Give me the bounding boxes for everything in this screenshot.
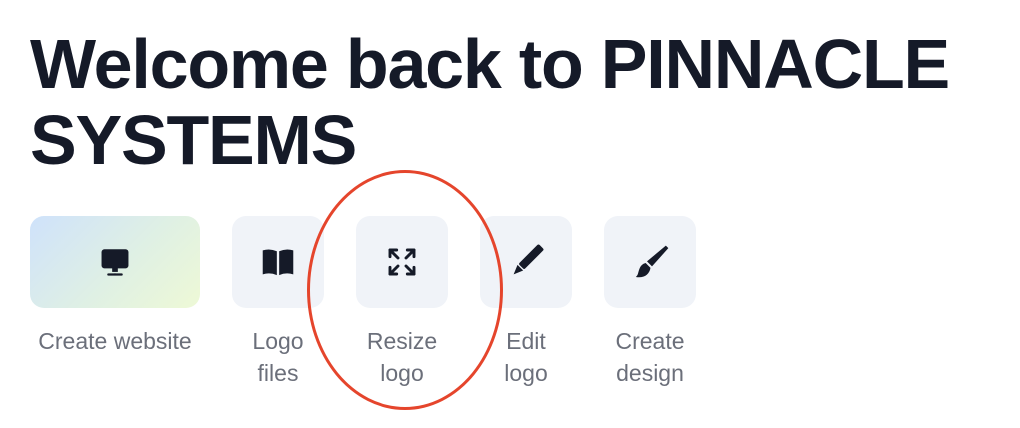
logo-files-button[interactable] xyxy=(232,216,324,308)
paintbrush-icon xyxy=(635,245,669,278)
create-design-label: Create design xyxy=(615,328,685,386)
page-title: Welcome back to PINNACLE SYSTEMS xyxy=(30,26,1010,178)
book-icon xyxy=(262,249,294,276)
create-design-button[interactable] xyxy=(604,216,696,308)
expand-arrows-icon xyxy=(388,248,416,276)
monitor-icon xyxy=(101,249,129,276)
create-website-button[interactable] xyxy=(30,216,200,308)
page-title-line-2: SYSTEMS xyxy=(30,101,357,179)
page-title-line-1: Welcome back to PINNACLE xyxy=(30,25,950,103)
edit-logo-label: Edit logo xyxy=(504,328,548,386)
logo-files-label: Logo files xyxy=(252,328,304,386)
pencil-icon xyxy=(513,244,544,275)
resize-logo-label: Resize logo xyxy=(366,328,438,386)
resize-logo-button[interactable] xyxy=(356,216,448,308)
edit-logo-button[interactable] xyxy=(480,216,572,308)
create-website-label: Create website xyxy=(38,328,192,354)
